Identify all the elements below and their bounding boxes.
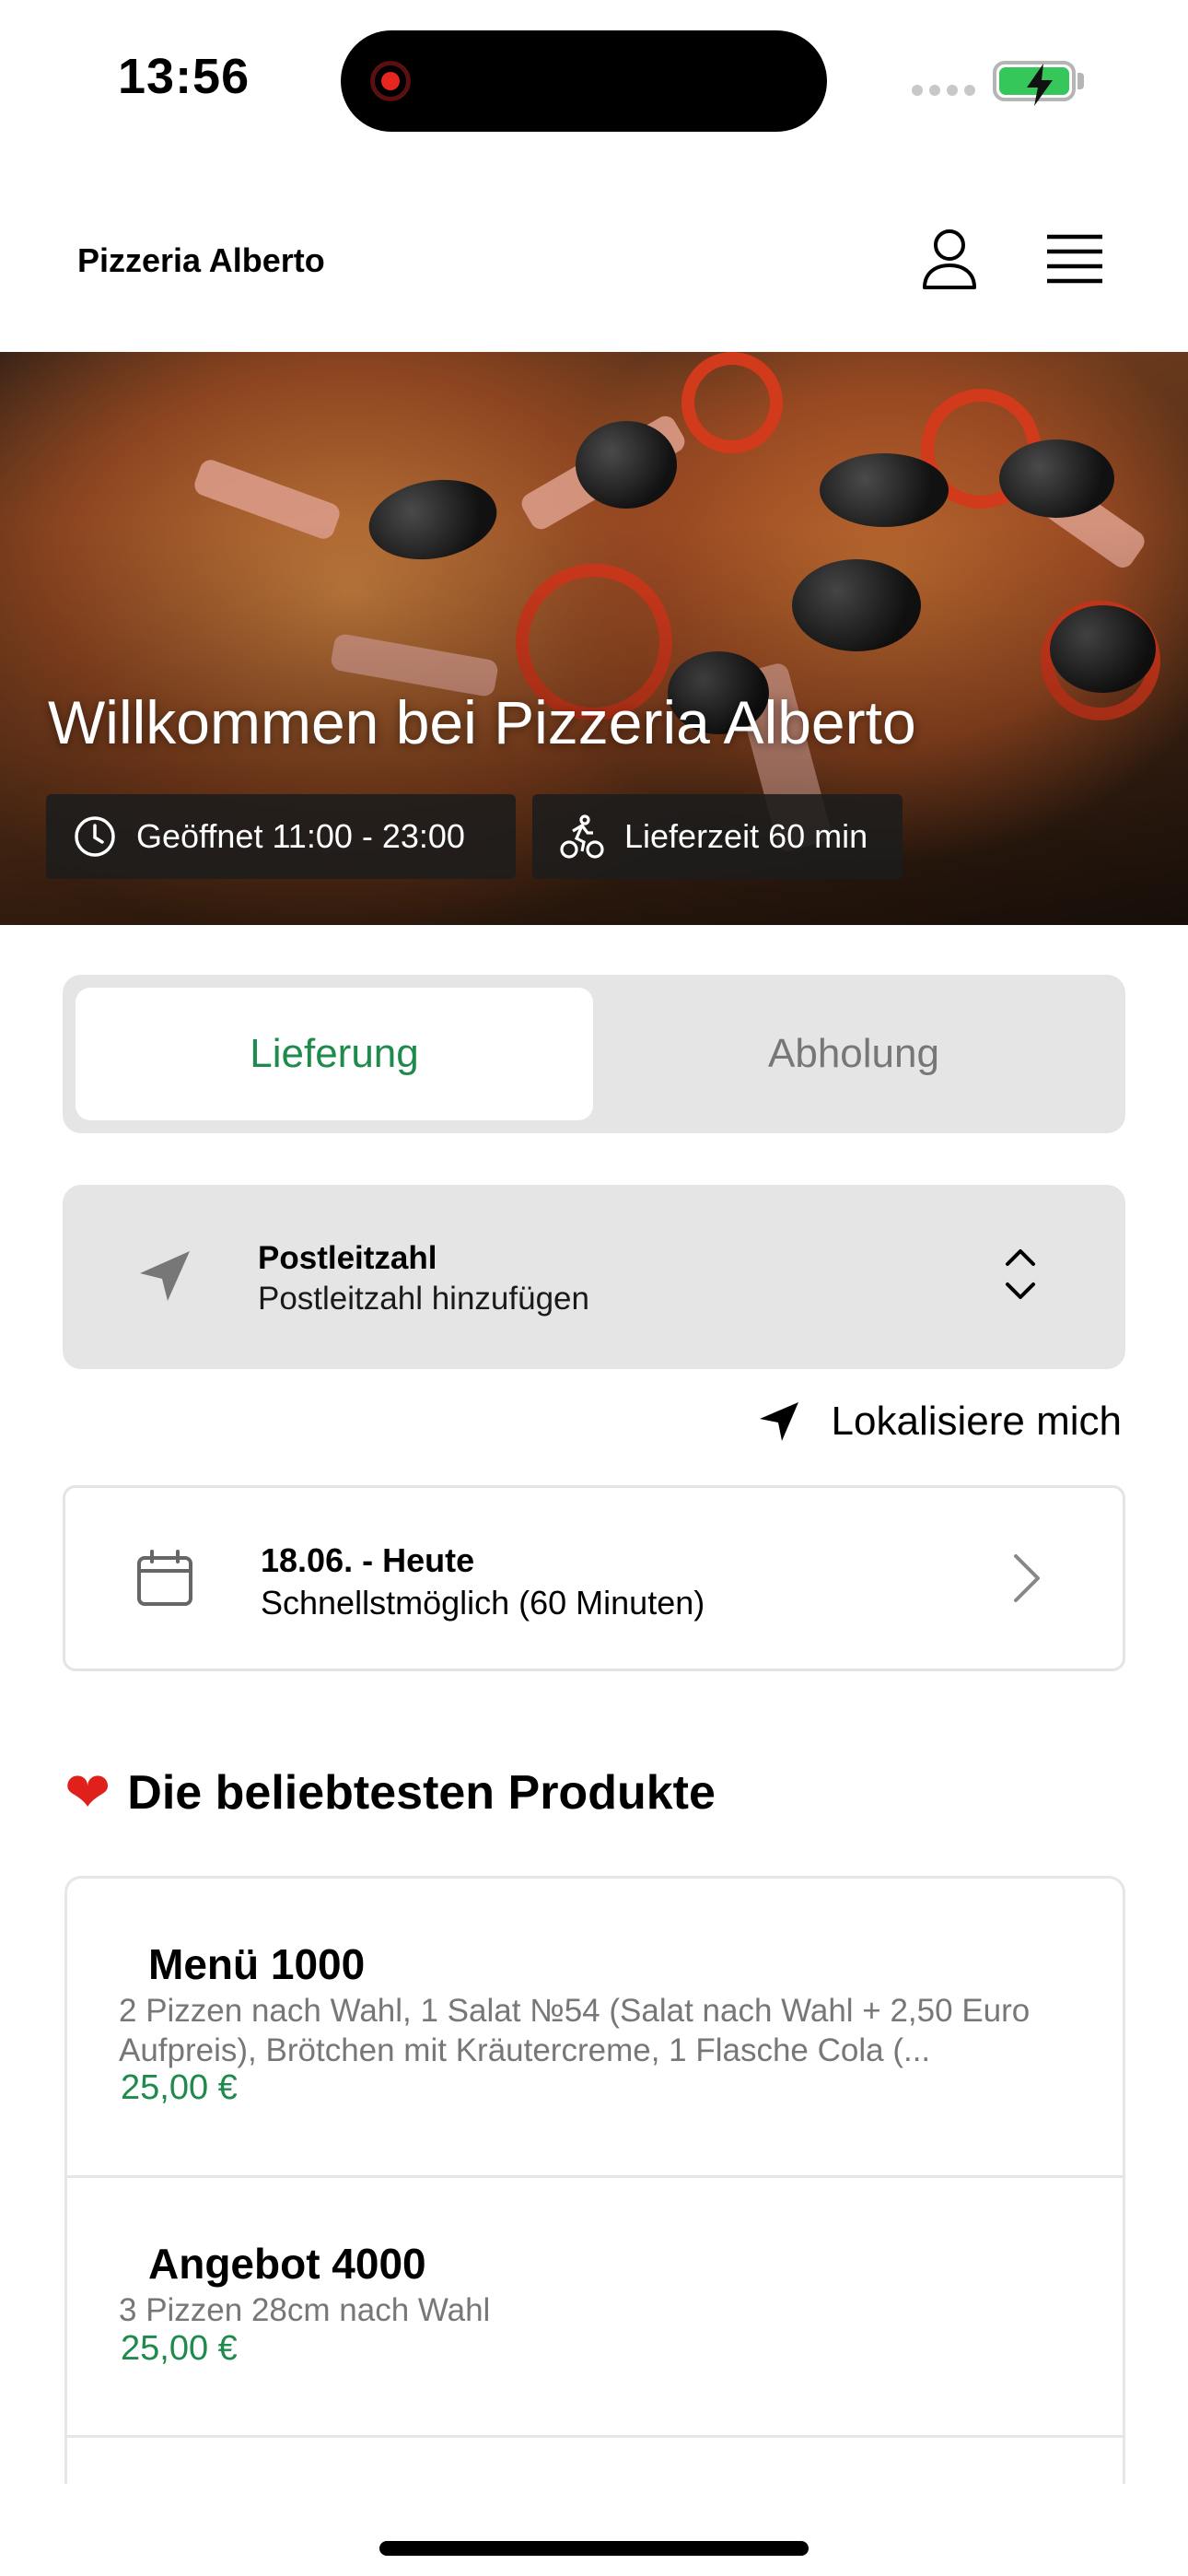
status-time: 13:56	[118, 49, 250, 104]
dynamic-island	[341, 30, 827, 132]
hero-title: Willkommen bei Pizzeria Alberto	[48, 688, 916, 756]
delivery-date-subtitle: Schnellstmöglich (60 Minuten)	[261, 1584, 705, 1622]
postcode-placeholder: Postleitzahl hinzufügen	[258, 1281, 589, 1317]
product-list: Menü 1000 2 Pizzen nach Wahl, 1 Salat №5…	[64, 1876, 1125, 2484]
user-icon	[923, 229, 976, 289]
location-arrow-icon	[140, 1251, 190, 1301]
clock-icon	[75, 816, 115, 857]
battery-cap	[1077, 73, 1084, 89]
delivery-date-selector[interactable]: 18.06. - Heute Schnellstmöglich (60 Minu…	[63, 1485, 1125, 1671]
product-description: 2 Pizzen nach Wahl, 1 Salat №54 (Salat n…	[119, 1993, 1031, 2068]
navigation-arrow-icon	[759, 1402, 798, 1441]
calendar-icon	[137, 1550, 192, 1606]
product-name: Menü 1000	[148, 1940, 366, 1988]
chevron-right-icon	[1014, 1554, 1040, 1602]
chevron-up-down-icon	[1006, 1249, 1035, 1299]
product-card[interactable]: Angebot 4000 3 Pizzen 28cm nach Wahl 25,…	[67, 2178, 1123, 2438]
heart-icon: ❤	[64, 1762, 111, 1823]
brand-name[interactable]: Pizzeria Alberto	[77, 241, 325, 280]
postcode-selector[interactable]: Postleitzahl Postleitzahl hinzufügen	[63, 1185, 1125, 1369]
menu-button[interactable]	[1033, 217, 1116, 300]
home-indicator[interactable]	[379, 2541, 809, 2556]
locate-me-label: Lokalisiere mich	[831, 1399, 1122, 1444]
hamburger-menu-icon	[1047, 234, 1102, 284]
status-bar: 13:56	[0, 0, 1188, 157]
delivery-time-text: Lieferzeit 60 min	[624, 817, 868, 855]
courier-bike-icon	[560, 814, 604, 859]
app-header: Pizzeria Alberto	[0, 157, 1188, 352]
signal-icon	[912, 85, 975, 96]
popular-products-heading: ❤ Die beliebtesten Produkte	[64, 1765, 716, 1821]
product-description: 3 Pizzen 28cm nach Wahl	[119, 2292, 491, 2328]
tab-pickup[interactable]: Abholung	[595, 988, 1112, 1120]
order-mode-toggle: Lieferung Abholung	[63, 975, 1125, 1133]
product-card[interactable]: Menü 1000 2 Pizzen nach Wahl, 1 Salat №5…	[67, 1879, 1123, 2178]
product-price: 25,00 €	[121, 2329, 238, 2368]
opening-hours-chip: Geöffnet 11:00 - 23:00	[46, 794, 516, 879]
popular-products-title: Die beliebtesten Produkte	[127, 1766, 716, 1820]
hero-banner: Willkommen bei Pizzeria Alberto Geöffnet…	[0, 352, 1188, 925]
account-button[interactable]	[908, 217, 991, 300]
postcode-label: Postleitzahl	[258, 1240, 437, 1276]
locate-me-button[interactable]: Lokalisiere mich	[758, 1399, 1122, 1445]
delivery-date-title: 18.06. - Heute	[261, 1541, 475, 1579]
recording-indicator-icon	[370, 61, 411, 101]
product-name: Angebot 4000	[148, 2240, 426, 2288]
opening-hours-text: Geöffnet 11:00 - 23:00	[136, 817, 465, 855]
battery-icon	[993, 61, 1076, 106]
product-price: 25,00 €	[121, 2068, 238, 2107]
delivery-time-chip: Lieferzeit 60 min	[532, 794, 903, 879]
tab-delivery[interactable]: Lieferung	[76, 988, 593, 1120]
